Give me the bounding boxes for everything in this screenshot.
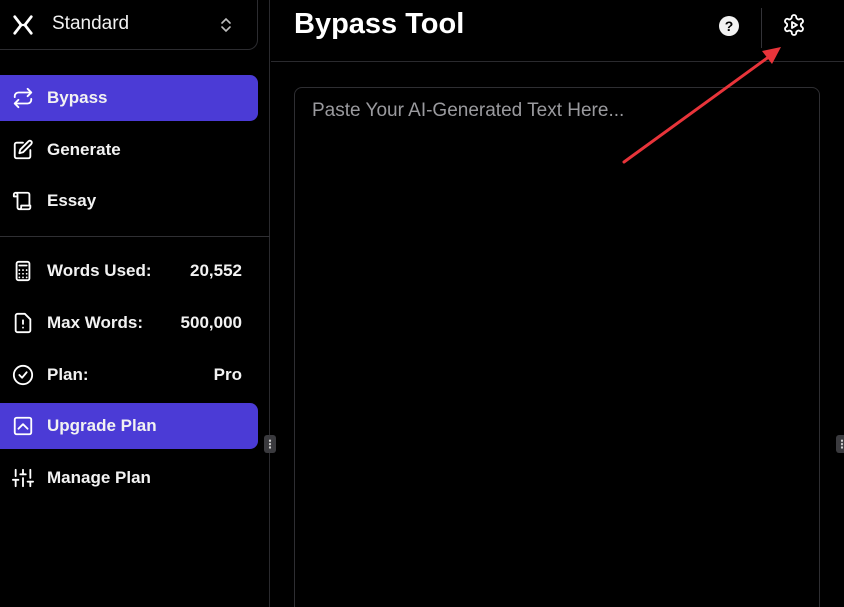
calculator-icon — [15, 260, 31, 282]
help-button[interactable]: ? — [719, 16, 739, 36]
stat-value: 20,552 — [190, 261, 242, 280]
panel-resize-handle[interactable] — [836, 435, 844, 453]
text-input-panel — [294, 87, 820, 607]
stat-words-used: Words Used: 20,552 — [0, 248, 258, 294]
x-logo-icon — [13, 15, 33, 35]
manage-plan-button[interactable]: Manage Plan — [0, 455, 258, 501]
arrows-swap-icon — [13, 87, 33, 109]
stat-value: Pro — [213, 365, 242, 384]
top-header: Bypass Tool ? — [271, 0, 844, 62]
nav-label: Generate — [47, 140, 121, 159]
stat-value: 500,000 — [180, 313, 242, 332]
nav-item-essay[interactable]: Essay — [0, 178, 258, 224]
nav-item-bypass[interactable]: Bypass — [0, 75, 258, 121]
scroll-icon — [12, 191, 32, 211]
header-divider — [761, 8, 762, 48]
stat-label: Words Used: — [47, 261, 152, 280]
file-alert-icon — [14, 312, 32, 334]
ai-text-input[interactable] — [295, 88, 819, 607]
mode-label: Standard — [52, 13, 130, 34]
stat-label: Max Words: — [47, 313, 144, 332]
nav-label: Bypass — [47, 88, 108, 107]
sidebar-resize-handle[interactable] — [264, 435, 276, 453]
pencil-square-icon — [13, 139, 33, 160]
chevron-up-down-icon — [221, 17, 231, 33]
mode-selector[interactable]: Standard — [0, 0, 258, 50]
help-icon: ? — [724, 18, 734, 34]
check-circle-icon — [12, 364, 34, 386]
action-label: Manage Plan — [47, 468, 151, 487]
sliders-icon — [12, 468, 34, 488]
upgrade-arrow-icon — [13, 416, 33, 436]
action-label: Upgrade Plan — [47, 416, 157, 435]
sidebar-divider — [0, 236, 270, 237]
upgrade-plan-button[interactable]: Upgrade Plan — [0, 403, 258, 449]
page-title: Bypass Tool — [294, 8, 465, 40]
stat-max-words: Max Words: 500,000 — [0, 300, 258, 346]
stat-label: Plan: — [47, 365, 89, 384]
stat-plan: Plan: Pro — [0, 352, 258, 398]
nav-label: Essay — [47, 191, 97, 210]
nav-item-generate[interactable]: Generate — [0, 127, 258, 173]
sidebar: Standard Bypass Generate Essay Words Use… — [0, 0, 270, 607]
gear-icon[interactable] — [782, 13, 806, 37]
